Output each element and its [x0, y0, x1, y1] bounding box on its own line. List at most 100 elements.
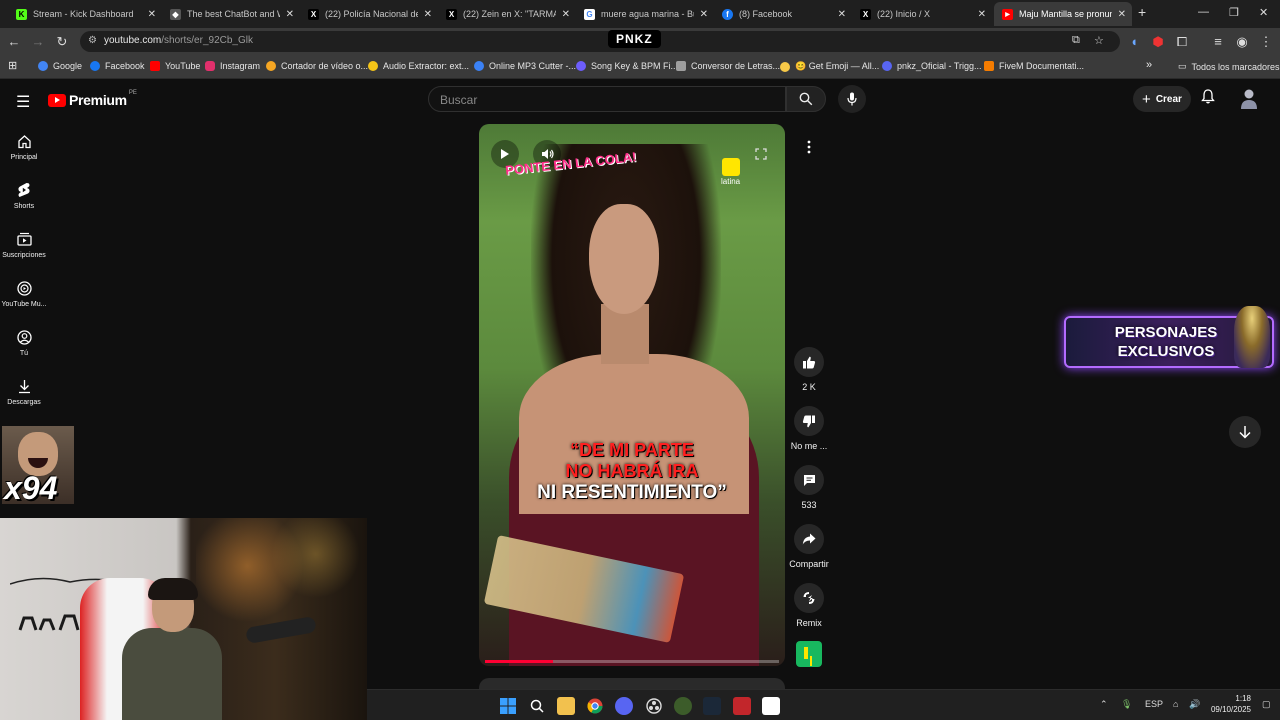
browser-tab-active[interactable]: ▶ Maju Mantilla se pronunc... ✕	[994, 2, 1132, 26]
notifications-icon[interactable]: ▢	[1262, 699, 1271, 710]
bookmark-pnkz[interactable]: pnkz_Oficial - Trigg...	[882, 61, 982, 71]
close-icon[interactable]: ✕	[286, 9, 294, 20]
sidebar-item-suscripciones[interactable]: Suscripciones	[0, 230, 48, 259]
sound-source-thumbnail[interactable]	[796, 641, 822, 667]
more-options-button[interactable]	[798, 136, 820, 158]
volume-tray-icon[interactable]: 🔊	[1189, 699, 1200, 710]
forward-icon[interactable]: →	[30, 34, 46, 49]
sidebar-item-shorts[interactable]: Shorts	[0, 181, 48, 210]
close-icon[interactable]: ✕	[562, 9, 570, 20]
url-text[interactable]: youtube.com/shorts/er_92Cb_Glk	[104, 35, 253, 46]
profile-icon[interactable]: ◉	[1234, 34, 1250, 50]
apps-icon[interactable]: ⊞	[8, 59, 17, 72]
sidebar-item-tu[interactable]: Tú	[0, 328, 48, 357]
browser-tab[interactable]: ◆ The best ChatBot and Wi... ✕	[162, 2, 300, 26]
close-icon[interactable]: ✕	[838, 9, 846, 20]
show-hidden-icons[interactable]: ⌃	[1100, 699, 1108, 710]
bookmark-google[interactable]: Google	[38, 61, 82, 71]
tab-title: (22) Inicio / X	[877, 9, 931, 19]
search-input[interactable]: Buscar	[428, 86, 786, 112]
close-window-icon[interactable]: ✕	[1259, 6, 1268, 19]
youtube-premium-logo[interactable]: Premium PE	[48, 90, 137, 108]
youtube-music-icon	[0, 279, 48, 297]
tab-title: (8) Facebook	[739, 9, 793, 19]
browser-tab-strip: K Stream - Kick Dashboard ✕ ◆ The best C…	[0, 0, 1280, 28]
x-icon: X	[446, 8, 457, 20]
notifications-bell-icon[interactable]	[1201, 89, 1215, 107]
file-explorer-icon[interactable]	[557, 697, 575, 715]
like-button[interactable]: 2 K	[786, 347, 832, 392]
comments-button[interactable]: 533	[786, 465, 832, 510]
app-red-icon[interactable]	[733, 697, 751, 715]
avatar[interactable]	[1240, 88, 1258, 110]
system-clock[interactable]: 1:18 09/10/2025	[1209, 693, 1251, 715]
remix-button[interactable]: Remix	[786, 583, 832, 628]
discord-icon[interactable]	[615, 697, 633, 715]
bookmark-audio-extractor[interactable]: Audio Extractor: ext...	[368, 61, 469, 71]
next-short-button[interactable]	[1229, 416, 1261, 448]
tab-title: The best ChatBot and Wi...	[187, 9, 280, 19]
install-app-icon[interactable]: ⧉	[1072, 34, 1080, 47]
emoji-icon	[780, 61, 790, 72]
share-button[interactable]: Compartir	[786, 524, 832, 569]
close-icon[interactable]: ✕	[700, 9, 708, 20]
bookmark-instagram[interactable]: Instagram	[205, 61, 260, 71]
promo-banner: PERSONAJES EXCLUSIVOS	[1064, 306, 1274, 368]
browser-tab[interactable]: X (22) Zein en X: "TARMALA... ✕	[438, 2, 576, 26]
address-bar[interactable]: ⚙ youtube.com/shorts/er_92Cb_Glk ⧉ ☆	[80, 31, 1120, 52]
browser-tab[interactable]: f (8) Facebook ✕	[714, 2, 852, 26]
site-info-icon[interactable]: ⚙	[88, 35, 97, 46]
taskbar-search-icon[interactable]	[528, 697, 546, 715]
bookmark-facebook[interactable]: Facebook	[90, 61, 145, 71]
browser-tab[interactable]: K Stream - Kick Dashboard ✕	[8, 2, 162, 26]
menu-icon[interactable]: ⋮	[1258, 34, 1274, 50]
minimize-icon[interactable]: —	[1198, 6, 1209, 18]
browser-tab[interactable]: X (22) Policía Nacional del P... ✕	[300, 2, 438, 26]
chrome-icon[interactable]	[586, 697, 604, 715]
steam-icon[interactable]	[703, 697, 721, 715]
back-icon[interactable]: ←	[6, 34, 22, 49]
close-icon[interactable]: ✕	[978, 9, 986, 20]
mic-tray-icon[interactable]: 🎙	[1121, 699, 1132, 710]
bookmark-star-icon[interactable]: ☆	[1094, 34, 1104, 47]
sidebar-item-principal[interactable]: Principal	[0, 132, 48, 161]
fullscreen-button[interactable]	[747, 140, 775, 168]
bookmark-song-key[interactable]: Song Key & BPM Fi...	[576, 61, 678, 71]
windows-start-icon[interactable]	[499, 697, 517, 715]
browser-tab[interactable]: X (22) Inicio / X ✕	[852, 2, 992, 26]
short-video-player[interactable]: PONTE EN LA COLA! latina “DE MI PARTE NO…	[479, 124, 785, 666]
close-icon[interactable]: ✕	[1118, 9, 1126, 20]
extensions-puzzle-icon[interactable]: ⧠	[1174, 34, 1190, 50]
video-progress-bar[interactable]	[485, 660, 779, 663]
app-notes-icon[interactable]	[762, 697, 780, 715]
bookmark-youtube[interactable]: YouTube	[150, 61, 200, 71]
xbox-icon[interactable]	[674, 697, 692, 715]
bookmark-mp3-cutter[interactable]: Online MP3 Cutter -...	[474, 61, 576, 71]
all-bookmarks-folder[interactable]: ▭ Todos los marcadores	[1178, 61, 1280, 72]
dislike-button[interactable]: No me ...	[786, 406, 832, 451]
reload-icon[interactable]: ↻	[54, 34, 70, 50]
create-button[interactable]: + Crear	[1133, 86, 1191, 112]
close-icon[interactable]: ✕	[148, 9, 156, 20]
adblock-icon[interactable]: ⬢	[1150, 34, 1166, 50]
network-icon[interactable]: ⌂	[1173, 699, 1178, 709]
hamburger-menu-icon[interactable]: ☰	[16, 92, 30, 112]
bookmark-get-emoji[interactable]: 😊 Get Emoji — All...	[780, 61, 879, 72]
language-indicator[interactable]: ESP	[1145, 699, 1163, 709]
close-icon[interactable]: ✕	[424, 9, 432, 20]
bookmark-fivem[interactable]: FiveM Documentati...	[984, 61, 1084, 71]
sidebar-item-descargas[interactable]: Descargas	[0, 377, 48, 406]
more-bookmarks-icon[interactable]: »	[1146, 59, 1152, 71]
extension-icon[interactable]: ◖	[1126, 34, 1142, 49]
browser-tab[interactable]: G muere agua marina - Busc... ✕	[576, 2, 714, 26]
restore-icon[interactable]: ❐	[1229, 6, 1239, 19]
voice-search-button[interactable]	[838, 85, 866, 113]
obs-icon[interactable]	[645, 697, 663, 715]
more-vert-icon	[807, 140, 811, 154]
bookmark-letras[interactable]: Conversor de Letras...	[676, 61, 780, 71]
sidebar-item-youtube-music[interactable]: YouTube Mu...	[0, 279, 48, 308]
new-tab-button[interactable]: +	[1138, 4, 1146, 20]
bookmark-video-cutter[interactable]: Cortador de vídeo o...	[266, 61, 368, 71]
media-control-icon[interactable]: ≡	[1210, 34, 1226, 49]
search-button[interactable]	[786, 86, 826, 112]
